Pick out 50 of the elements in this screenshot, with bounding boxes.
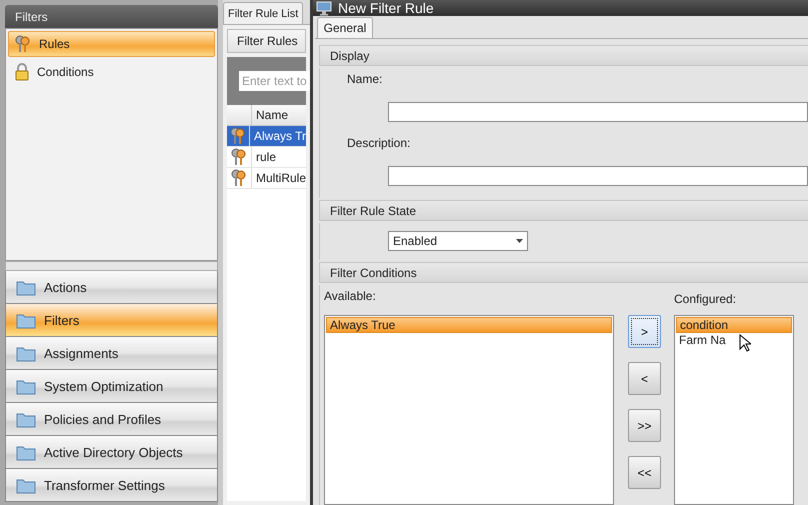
list-item[interactable]: Always True	[326, 317, 612, 333]
move-button[interactable]: <	[628, 362, 661, 395]
list-item[interactable]: condition	[676, 317, 792, 333]
name-field[interactable]	[388, 102, 808, 122]
dropdown-arrow-icon	[516, 239, 523, 243]
folder-icon	[16, 444, 36, 460]
list-item[interactable]: Farm Na	[676, 333, 792, 347]
section-header: Display	[319, 45, 808, 66]
tree-item[interactable]: Conditions	[8, 59, 215, 85]
navigation-button[interactable]: Assignments	[5, 337, 218, 370]
navigation-button[interactable]: Transformer Settings	[5, 469, 218, 502]
move-button[interactable]: >	[628, 315, 661, 348]
tab[interactable]: General	[317, 17, 373, 38]
table-cell[interactable]: rule	[252, 147, 276, 167]
folder-icon	[16, 378, 36, 394]
folder-icon	[16, 312, 36, 328]
panel-header: Filters	[5, 5, 218, 28]
navigation-button[interactable]: System Optimization	[5, 370, 218, 403]
keys-icon	[230, 169, 247, 187]
list-label: Available:	[324, 289, 377, 303]
table-cell[interactable]: MultiRule	[252, 168, 306, 188]
folder-icon	[16, 410, 36, 428]
tree-item[interactable]: Rules	[8, 31, 215, 57]
padlock-icon	[15, 63, 29, 81]
navigation-button[interactable]: Filters	[5, 304, 218, 337]
folder-icon	[16, 278, 36, 296]
keys-icon	[231, 148, 247, 166]
navigation-button[interactable]: Actions	[5, 271, 218, 304]
state-dropdown[interactable]: Enabled	[388, 231, 528, 251]
folder-icon	[16, 344, 36, 362]
tab[interactable]: Filter Rule List	[223, 2, 304, 24]
available-list[interactable]: Always True	[324, 315, 614, 505]
navigation-button[interactable]: Active Directory Objects	[5, 436, 218, 469]
mouse-cursor-icon	[739, 334, 751, 352]
move-button[interactable]: <<	[628, 456, 661, 489]
navigation-button[interactable]: Policies and Profiles	[5, 403, 218, 436]
section-header: Filter Conditions	[319, 262, 808, 283]
section-header: Filter Rule State	[319, 200, 808, 221]
field-label: Name:	[346, 72, 384, 86]
move-button[interactable]: >>	[628, 409, 661, 442]
window-title: New Filter Rule	[338, 0, 434, 16]
folder-icon	[16, 476, 36, 494]
configured-list[interactable]: condition Farm Na	[674, 315, 794, 505]
field-label: Description:	[346, 136, 412, 150]
list-label: Configured:	[674, 292, 738, 306]
splitter-handle[interactable]	[5, 261, 218, 271]
keys-icon	[230, 127, 246, 145]
description-field[interactable]	[388, 166, 808, 186]
tab[interactable]: Filter Rules	[227, 29, 306, 53]
keys-icon	[15, 35, 31, 53]
